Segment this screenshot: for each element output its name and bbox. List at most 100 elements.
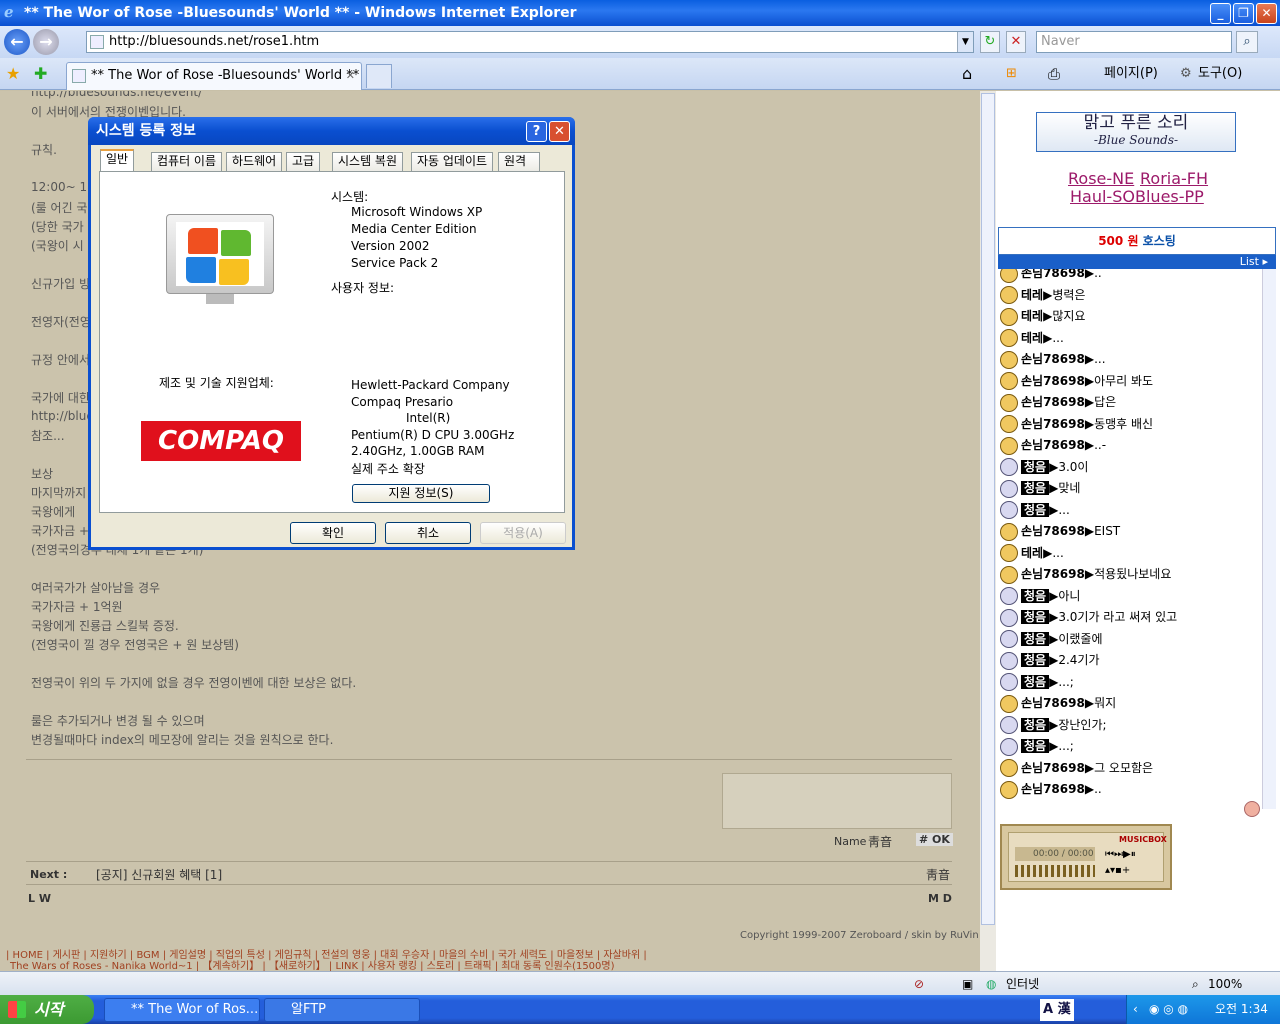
address-field[interactable]: http://bluesounds.net/rose1.htm ▼ [86, 31, 974, 53]
search-input[interactable]: Naver [1036, 31, 1232, 53]
dialog-title-bar: 시스템 등록 정보 ? ✕ [88, 117, 575, 145]
link-blues-pp[interactable]: Blues-PP [1135, 187, 1204, 206]
chat-nick[interactable]: 청음 [1021, 717, 1050, 732]
text-line: 규칙. [31, 143, 57, 157]
chat-row: 손님78698▶.. [1000, 269, 1102, 283]
tab-hardware[interactable]: 하드웨어 [226, 152, 283, 171]
chat-message: ▶... [1043, 330, 1064, 345]
stop-button[interactable]: ✕ [1006, 31, 1026, 53]
tab-computer-name[interactable]: 컴퓨터 이름 [151, 152, 223, 171]
tab-remote[interactable]: 원격 [498, 152, 540, 171]
privacy-icon[interactable]: ⊘ [914, 972, 924, 996]
chat-nick[interactable]: 손님78698 [1021, 782, 1085, 796]
home-icon[interactable]: ⌂ [962, 62, 972, 86]
chat-nick[interactable]: 청음 [1021, 588, 1050, 603]
cancel-button[interactable]: 취소 [385, 522, 471, 544]
search-button[interactable]: ⌕ [1236, 31, 1258, 53]
chat-scrollbar[interactable] [1262, 269, 1276, 809]
print-icon[interactable]: ⎙ [1048, 62, 1060, 86]
taskbar-item-ie[interactable]: ** The Wor of Ros... [104, 998, 260, 1022]
globe-icon: ◍ [986, 977, 997, 991]
chat-nick[interactable]: 테레 [1021, 288, 1043, 302]
smiley-icon[interactable] [1244, 801, 1260, 817]
back-button[interactable]: ← [4, 29, 30, 55]
chat-nick[interactable]: 청음 [1021, 631, 1050, 646]
minimize-button[interactable]: _ [1210, 3, 1231, 24]
page-menu[interactable]: 페이지(P) [1104, 62, 1158, 86]
maximize-button[interactable]: ❐ [1233, 3, 1254, 24]
chat-nick[interactable]: 손님78698 [1021, 567, 1085, 581]
avatar-icon [1000, 673, 1018, 691]
hosting-banner[interactable]: 500 원 호스팅 [998, 227, 1276, 255]
tray-arrow-icon[interactable]: ‹ [1133, 995, 1138, 1024]
chat-nick[interactable]: 테레 [1021, 309, 1043, 323]
chat-nick[interactable]: 청음 [1021, 502, 1050, 517]
chat-nick[interactable]: 청음 [1021, 739, 1050, 753]
chat-nick[interactable]: 청음 [1021, 653, 1050, 667]
text-line: 보상 [31, 467, 54, 481]
feeds-icon[interactable]: ⊞ [1006, 62, 1017, 86]
zoom-icon[interactable]: ⌕ [1192, 972, 1199, 996]
ok-button[interactable]: 확인 [290, 522, 376, 544]
chat-nick[interactable]: 손님78698 [1021, 417, 1085, 431]
system-tray: ‹ ◉ ◎ ◍ 오전 1:34 [1126, 995, 1280, 1024]
music-controls[interactable]: ⏮⏭▶⏸ [1105, 849, 1136, 860]
dialog-title: 시스템 등록 정보 [96, 123, 196, 139]
right-frame: 맑고 푸른 소리 -Blue Sounds- Rose-NE Roria-FH … [996, 91, 1280, 971]
chat-nick[interactable]: 손님78698 [1021, 761, 1085, 775]
forward-button[interactable]: → [33, 29, 59, 55]
page-scrollbar[interactable] [980, 91, 996, 971]
tray-app-icons[interactable]: ◉ ◎ ◍ [1149, 995, 1188, 1024]
zoom-level[interactable]: 100% [1208, 972, 1242, 996]
tab-advanced[interactable]: 고급 [286, 152, 321, 171]
start-button[interactable]: 시작 [0, 995, 94, 1024]
tab-general[interactable]: 일반 [100, 149, 135, 172]
tab-active[interactable]: ** The Wor of Rose -Bluesounds' World **… [66, 62, 362, 90]
chat-nick[interactable]: 청음 [1021, 481, 1050, 495]
chat-nick[interactable]: 테레 [1021, 546, 1043, 560]
close-button[interactable]: ✕ [1256, 3, 1277, 24]
chevron-down-icon[interactable]: ▼ [957, 32, 973, 52]
close-tab-icon[interactable]: ✕ [346, 63, 355, 89]
tools-menu[interactable]: 도구(O) [1198, 62, 1242, 86]
apply-button: 적용(A) [480, 522, 566, 544]
site-menu-2[interactable]: The Wars of Roses - Nanika World~1 | 【계속… [10, 957, 615, 971]
site-logo[interactable]: 맑고 푸른 소리 -Blue Sounds- [1036, 112, 1236, 152]
chat-nick[interactable]: 손님78698 [1021, 269, 1085, 280]
chat-nick[interactable]: 손님78698 [1021, 352, 1085, 366]
taskbar-item-ftp[interactable]: 알FTP [264, 998, 420, 1022]
chat-nick[interactable]: 손님78698 [1021, 395, 1085, 409]
text-line: 룰은 추가되거나 변경 될 수 있으며 [31, 714, 205, 728]
chat-nick[interactable]: 손님78698 [1021, 696, 1085, 710]
list-write-links[interactable]: L W [28, 892, 51, 905]
favorites-star-icon[interactable]: ★ [6, 64, 20, 83]
dialog-close-button[interactable]: ✕ [549, 121, 570, 142]
new-tab-button[interactable] [366, 64, 392, 88]
chat-nick[interactable]: 손님78698 [1021, 374, 1085, 388]
chat-nick[interactable]: 청음 [1021, 610, 1050, 624]
ok-button[interactable]: # OK [916, 833, 953, 846]
link-haul-so[interactable]: Haul-SO [1070, 187, 1135, 206]
chat-nick[interactable]: 손님78698 [1021, 438, 1085, 452]
support-info-button[interactable]: 지원 정보(S) [352, 484, 490, 503]
refresh-button[interactable]: ↻ [980, 31, 1000, 53]
link-rose-ne[interactable]: Rose-NE [1068, 169, 1134, 188]
add-favorites-icon[interactable]: ✚ [34, 64, 47, 83]
help-button[interactable]: ? [526, 121, 547, 142]
scroll-thumb[interactable] [981, 93, 995, 925]
next-post-link[interactable]: [공지] 신규회원 혜택 [1] [96, 866, 222, 883]
list-button[interactable]: List ▸ [998, 255, 1276, 269]
chat-nick[interactable]: 손님78698 [1021, 524, 1085, 538]
tab-auto-update[interactable]: 자동 업데이트 [411, 152, 494, 171]
tab-system-restore[interactable]: 시스템 복원 [332, 152, 404, 171]
music-volume[interactable]: ▴▾▪+ [1105, 865, 1130, 876]
chat-nick[interactable]: 테레 [1021, 331, 1043, 345]
ime-indicator[interactable]: A 漢 [1040, 999, 1074, 1021]
modify-delete-links[interactable]: M D [928, 892, 952, 905]
chat-nick[interactable]: 청음 [1021, 674, 1050, 689]
comment-input[interactable] [722, 773, 952, 829]
name-value[interactable]: 靑音 [868, 833, 892, 850]
link-roria-fh[interactable]: Roria-FH [1140, 169, 1208, 188]
chat-nick[interactable]: 청음 [1021, 459, 1050, 474]
chat-row: 손님78698▶그 오모함은 [1000, 758, 1153, 778]
